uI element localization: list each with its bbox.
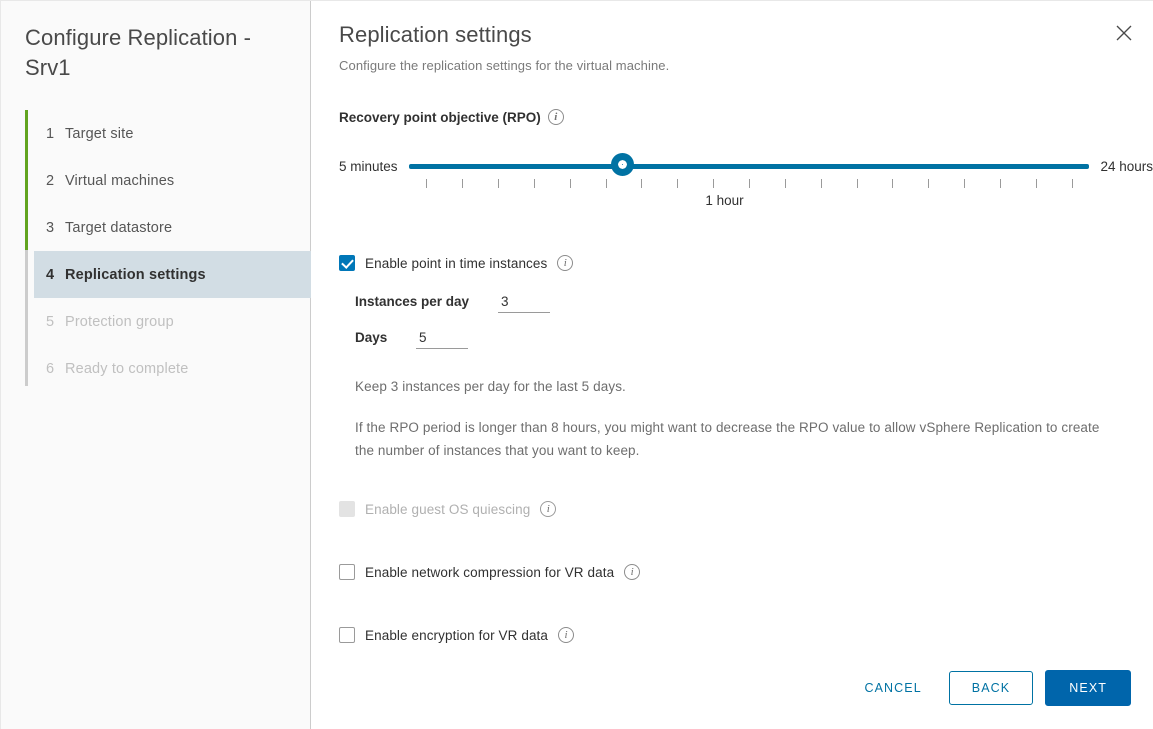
rpo-section-label: Recovery point objective (RPO) i (311, 73, 1153, 125)
slider-thumb[interactable] (611, 153, 635, 176)
instances-per-day-input[interactable] (498, 294, 550, 313)
slider-tick (677, 179, 679, 188)
step-label: Target datastore (65, 219, 173, 236)
enable-guest-os-quiescing-label: Enable guest OS quiescing (365, 501, 531, 517)
slider-tick (498, 179, 500, 188)
info-icon[interactable]: i (558, 627, 575, 643)
slider-tick (928, 179, 930, 188)
dialog-footer: CANCEL BACK NEXT (850, 670, 1131, 706)
step-number: 4 (46, 266, 55, 283)
slider-tick (533, 179, 535, 188)
enable-encryption-label: Enable encryption for VR data (365, 627, 549, 643)
sidebar-step-ready-to-complete: 6 Ready to complete (25, 345, 310, 392)
slider-min-label: 5 minutes (339, 158, 398, 174)
enable-guest-os-quiescing-row: Enable guest OS quiescing i (311, 501, 1153, 517)
step-label: Ready to complete (65, 360, 189, 377)
back-button[interactable]: BACK (948, 671, 1034, 705)
step-number: 3 (46, 219, 55, 236)
slider-tick (748, 179, 750, 188)
days-input[interactable] (416, 330, 468, 349)
wizard-title: Configure Replication - Srv1 (25, 25, 252, 80)
slider-tick (1035, 179, 1037, 188)
info-icon[interactable]: i (547, 109, 564, 125)
slider-ticks (409, 179, 1090, 190)
sidebar-step-target-site[interactable]: 1 Target site (25, 110, 310, 157)
enable-network-compression-checkbox[interactable] (339, 564, 355, 580)
slider-tick (713, 179, 715, 188)
days-label: Days (355, 330, 388, 345)
slider-tick (892, 179, 894, 188)
rpo-slider-block: 5 minutes 1 hour 24 hours (311, 153, 1153, 225)
cancel-button[interactable]: CANCEL (850, 672, 935, 704)
slider-tick (426, 179, 428, 188)
step-number: 5 (46, 313, 55, 330)
sidebar-step-target-datastore[interactable]: 3 Target datastore (25, 204, 310, 251)
next-button[interactable]: NEXT (1045, 670, 1131, 706)
step-label: Protection group (65, 313, 174, 330)
step-label: Virtual machines (65, 172, 175, 189)
slider-max-label: 24 hours (1100, 158, 1153, 174)
step-number: 6 (46, 360, 55, 377)
slider-tick (784, 179, 786, 188)
rpo-slider[interactable]: 5 minutes 1 hour 24 hours (311, 153, 1153, 208)
rpo-label-text: Recovery point objective (RPO) (339, 109, 541, 125)
slider-tick (820, 179, 822, 188)
page-title: Replication settings (339, 22, 532, 47)
configure-replication-dialog: Configure Replication - Srv1 1 Target si… (0, 0, 1153, 729)
slider-tick (999, 179, 1001, 188)
close-icon[interactable] (1114, 23, 1134, 43)
step-label: Target site (65, 125, 134, 142)
slider-value-label: 1 hour (705, 193, 744, 208)
enable-network-compression-row[interactable]: Enable network compression for VR data i (311, 564, 1153, 580)
instances-per-day-row: Instances per day (311, 294, 1153, 313)
slider-tick (1071, 179, 1073, 188)
pit-note-text: If the RPO period is longer than 8 hours… (355, 420, 1100, 458)
enable-encryption-checkbox[interactable] (339, 627, 355, 643)
wizard-sidebar: Configure Replication - Srv1 1 Target si… (1, 1, 311, 729)
slider-tick (462, 179, 464, 188)
enable-encryption-row[interactable]: Enable encryption for VR data i (311, 627, 1153, 643)
slider-track-wrap[interactable]: 1 hour (408, 153, 1090, 208)
enable-network-compression-label: Enable network compression for VR data (365, 564, 615, 580)
enable-pit-instances-checkbox[interactable] (339, 255, 355, 271)
main-panel: Replication settings Configure the repli… (311, 1, 1153, 729)
days-row: Days (311, 330, 1153, 349)
instances-per-day-label: Instances per day (355, 294, 470, 309)
step-number: 2 (46, 172, 55, 189)
wizard-steps: 1 Target site 2 Virtual machines 3 Targe… (1, 110, 311, 392)
info-icon[interactable]: i (624, 564, 641, 580)
enable-pit-instances-row[interactable]: Enable point in time instances i (311, 255, 1153, 271)
sidebar-step-replication-settings[interactable]: 4 Replication settings (34, 251, 311, 298)
info-icon[interactable]: i (557, 255, 574, 271)
sidebar-step-protection-group: 5 Protection group (25, 298, 310, 345)
slider-tick (569, 179, 571, 188)
page-subtitle: Configure the replication settings for t… (339, 58, 670, 73)
enable-pit-instances-label: Enable point in time instances (365, 255, 548, 271)
step-number: 1 (46, 125, 55, 142)
step-label: Replication settings (65, 266, 206, 283)
sidebar-step-virtual-machines[interactable]: 2 Virtual machines (25, 157, 310, 204)
pit-summary-text: Keep 3 instances per day for the last 5 … (355, 379, 626, 394)
slider-tick (856, 179, 858, 188)
slider-tick (641, 179, 643, 188)
slider-tick (605, 179, 607, 188)
info-icon[interactable]: i (540, 501, 557, 517)
enable-guest-os-quiescing-checkbox (339, 501, 355, 517)
slider-tick (964, 179, 966, 188)
slider-track[interactable] (408, 164, 1090, 169)
